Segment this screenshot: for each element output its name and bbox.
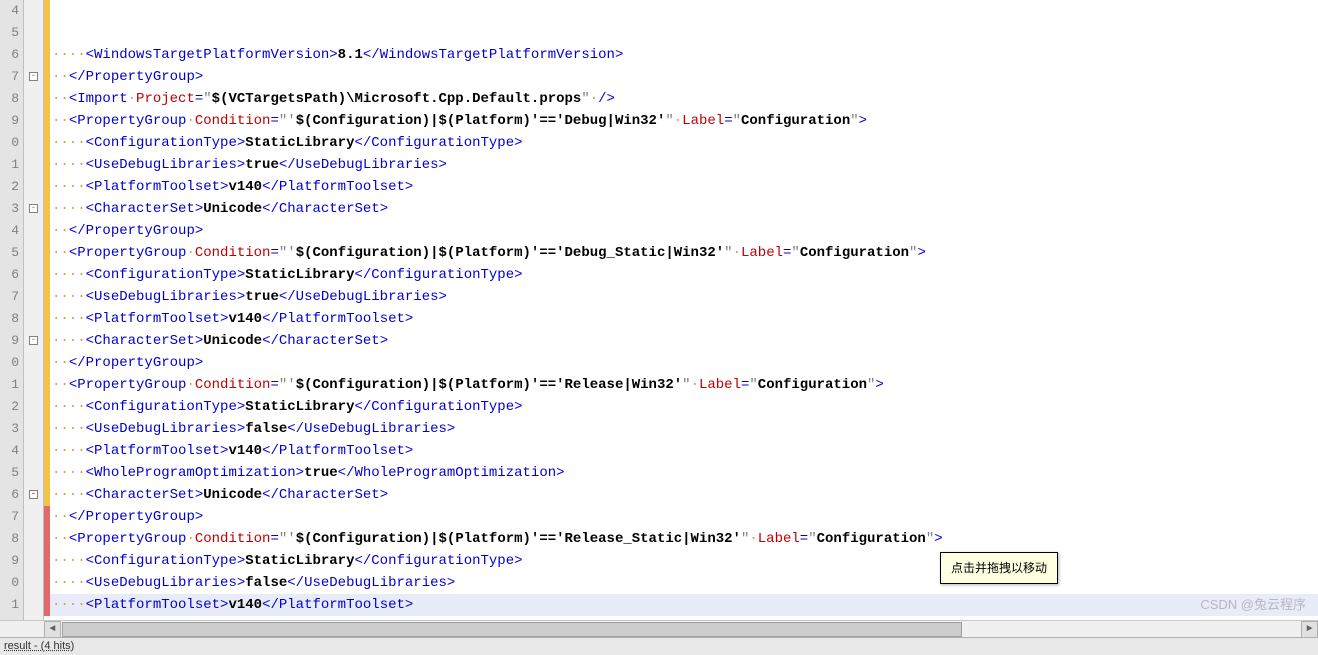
drag-tooltip: 点击并拖拽以移动	[940, 552, 1058, 584]
line-number: 3	[0, 418, 19, 440]
line-number: 3	[0, 198, 19, 220]
line-number: 8	[0, 528, 19, 550]
code-line[interactable]: ··<PropertyGroup·Condition="'$(Configura…	[50, 374, 1318, 396]
line-number: 9	[0, 110, 19, 132]
code-line[interactable]: ··<Import·Project="$(VCTargetsPath)\Micr…	[50, 88, 1318, 110]
line-number: 6	[0, 264, 19, 286]
line-number: 6	[0, 44, 19, 66]
line-number: 7	[0, 66, 19, 88]
line-number: 2	[0, 176, 19, 198]
code-editor: 4567890123456789012345678901 - - - - ···…	[0, 0, 1318, 620]
fold-minus-icon[interactable]: -	[29, 72, 38, 81]
code-line[interactable]: ····<UseDebugLibraries>false</UseDebugLi…	[50, 418, 1318, 440]
code-line[interactable]: ····<PlatformToolset>v140</PlatformTools…	[50, 176, 1318, 198]
code-line[interactable]: ····<UseDebugLibraries>false</UseDebugLi…	[50, 572, 1318, 594]
line-number: 8	[0, 88, 19, 110]
line-number: 7	[0, 286, 19, 308]
code-line[interactable]: ····<CharacterSet>Unicode</CharacterSet>	[50, 330, 1318, 352]
code-line[interactable]: ····<PlatformToolset>v140</PlatformTools…	[50, 594, 1318, 616]
code-area[interactable]: ····<WindowsTargetPlatformVersion>8.1</W…	[50, 0, 1318, 620]
line-number: 2	[0, 396, 19, 418]
line-number: 1	[0, 154, 19, 176]
code-line[interactable]: ··</PropertyGroup>	[50, 352, 1318, 374]
line-number: 4	[0, 440, 19, 462]
scroll-right-arrow-icon[interactable]: ►	[1301, 621, 1318, 638]
line-number: 5	[0, 242, 19, 264]
line-number: 7	[0, 506, 19, 528]
line-number: 4	[0, 220, 19, 242]
code-line[interactable]: ····<CharacterSet>Unicode</CharacterSet>	[50, 198, 1318, 220]
code-line[interactable]: ··<PropertyGroup·Condition="'$(Configura…	[50, 110, 1318, 132]
line-number: 8	[0, 308, 19, 330]
code-line[interactable]: ····<ConfigurationType>StaticLibrary</Co…	[50, 264, 1318, 286]
line-number: 9	[0, 550, 19, 572]
code-line[interactable]: ····<WholeProgramOptimization>true</Whol…	[50, 462, 1318, 484]
code-line[interactable]: ····<ConfigurationType>StaticLibrary</Co…	[50, 550, 1318, 572]
horizontal-scrollbar[interactable]: ◄ ►	[0, 620, 1318, 637]
scroll-thumb[interactable]	[62, 622, 962, 637]
code-line[interactable]: ··</PropertyGroup>	[50, 506, 1318, 528]
line-number: 1	[0, 374, 19, 396]
line-number: 0	[0, 132, 19, 154]
line-number: 1	[0, 594, 19, 616]
fold-minus-icon[interactable]: -	[29, 336, 38, 345]
line-number: 9	[0, 330, 19, 352]
line-number: 0	[0, 572, 19, 594]
code-line[interactable]: ··</PropertyGroup>	[50, 220, 1318, 242]
code-line[interactable]: ····<PlatformToolset>v140</PlatformTools…	[50, 440, 1318, 462]
code-line[interactable]: ····<UseDebugLibraries>true</UseDebugLib…	[50, 154, 1318, 176]
code-line[interactable]: ····<CharacterSet>Unicode</CharacterSet>	[50, 484, 1318, 506]
status-bar: result - (4 hits)	[0, 637, 1318, 655]
code-line[interactable]: ····<PlatformToolset>v140</PlatformTools…	[50, 308, 1318, 330]
code-line[interactable]: ····<ConfigurationType>StaticLibrary</Co…	[50, 132, 1318, 154]
line-number: 0	[0, 352, 19, 374]
line-number: 5	[0, 462, 19, 484]
code-line[interactable]: ··<PropertyGroup·Condition="'$(Configura…	[50, 242, 1318, 264]
fold-gutter: - - - -	[24, 0, 44, 620]
code-line[interactable]: ····<WindowsTargetPlatformVersion>8.1</W…	[50, 44, 1318, 66]
code-line[interactable]: ··<PropertyGroup·Condition="'$(Configura…	[50, 528, 1318, 550]
line-number: 4	[0, 0, 19, 22]
fold-minus-icon[interactable]: -	[29, 490, 38, 499]
code-line[interactable]: ····<ConfigurationType>StaticLibrary</Co…	[50, 396, 1318, 418]
line-number: 6	[0, 484, 19, 506]
code-line[interactable]: ····<UseDebugLibraries>true</UseDebugLib…	[50, 286, 1318, 308]
line-number-gutter: 4567890123456789012345678901	[0, 0, 24, 620]
watermark: CSDN @兔云程序	[1200, 594, 1306, 616]
scroll-left-arrow-icon[interactable]: ◄	[44, 621, 61, 638]
line-number: 5	[0, 22, 19, 44]
fold-minus-icon[interactable]: -	[29, 204, 38, 213]
code-line[interactable]: ··</PropertyGroup>	[50, 66, 1318, 88]
